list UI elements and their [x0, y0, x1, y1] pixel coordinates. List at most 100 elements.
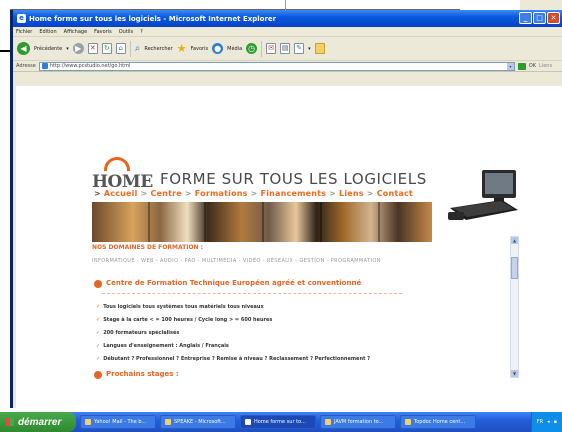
- favorites-star-icon[interactable]: ★: [177, 42, 187, 55]
- taskbar-item-label: SPEAKE - Microsoft...: [174, 419, 226, 425]
- taskbar-item[interactable]: Topdoc Home cent...: [400, 415, 476, 429]
- domaines-heading: NOS DOMAINES DE FORMATION :: [92, 244, 204, 251]
- banner-divider: [148, 202, 150, 242]
- nav-financements[interactable]: Financements: [261, 189, 327, 198]
- menu-fichier[interactable]: Fichier: [16, 29, 32, 35]
- close-button[interactable]: ✕: [547, 12, 560, 24]
- network-icon[interactable]: ▪: [554, 419, 557, 425]
- minimize-button[interactable]: _: [519, 12, 532, 24]
- menu-edition[interactable]: Edition: [39, 29, 56, 35]
- start-button[interactable]: démarrer: [0, 412, 76, 432]
- feature-item: Stage à la carte < = 100 heures / Cycle …: [96, 317, 272, 323]
- speaker-icon[interactable]: ◂: [547, 419, 550, 425]
- start-label: démarrer: [18, 416, 62, 428]
- media-icon[interactable]: ●: [212, 43, 224, 54]
- nav-liens[interactable]: Liens: [339, 189, 364, 198]
- screen: e Home forme sur tous les logiciels - Mi…: [0, 0, 562, 432]
- taskbar-item-label: Yahoo! Mail - The b...: [94, 419, 147, 425]
- photo-banner: [92, 202, 432, 242]
- edit-icon[interactable]: ✎: [294, 43, 305, 54]
- centre-title: Centre de Formation Technique Européen a…: [106, 279, 362, 287]
- nav-arrow-icon: >: [94, 189, 104, 198]
- taskbar-item-active[interactable]: Home forme sur to...: [240, 415, 316, 429]
- links-label[interactable]: Liens: [539, 63, 552, 69]
- language-indicator[interactable]: FR: [537, 419, 543, 425]
- taskbar-item[interactable]: SPEAKE - Microsoft...: [160, 415, 236, 429]
- browser-window: e Home forme sur tous les logiciels - Mi…: [10, 10, 562, 408]
- menu-outils[interactable]: Outils: [119, 29, 133, 35]
- ie-icon: e: [17, 14, 26, 23]
- taskbar-item[interactable]: Yahoo! Mail - The b...: [80, 415, 156, 429]
- stop-icon[interactable]: ✕: [87, 43, 98, 54]
- address-input[interactable]: http://www.pcstudio.net/go.html ▾: [38, 61, 515, 71]
- nav-formations[interactable]: Formations: [195, 189, 248, 198]
- print-icon[interactable]: ▤: [280, 43, 291, 54]
- address-url: http://www.pcstudio.net/go.html: [49, 63, 131, 69]
- app-icon: [85, 419, 91, 425]
- banner-divider: [378, 202, 380, 242]
- menu-help[interactable]: ?: [140, 29, 143, 35]
- media-button-label[interactable]: Média: [227, 46, 242, 52]
- taskbar-item-label: JAVM formation to...: [334, 419, 384, 425]
- nav-centre[interactable]: Centre: [150, 189, 181, 198]
- app-icon: [405, 419, 411, 425]
- feature-item: Langues d'enseignement : Anglais / Franç…: [96, 343, 229, 349]
- back-dropdown-icon[interactable]: ▾: [66, 46, 69, 52]
- site-nav: > Accueil > Centre > Formations > Financ…: [94, 189, 413, 198]
- computer-image: [444, 164, 522, 226]
- folder-icon: [325, 419, 331, 425]
- back-arrow-icon[interactable]: ◀: [17, 42, 30, 55]
- menu-favoris[interactable]: Favoris: [94, 29, 112, 35]
- banner-divider: [320, 202, 322, 242]
- toolbar-separator: [261, 40, 263, 57]
- prochains-label[interactable]: Prochains stages :: [106, 370, 179, 378]
- menu-bar: Fichier Edition Affichage Favoris Outils…: [13, 27, 562, 37]
- menu-affichage[interactable]: Affichage: [64, 29, 88, 35]
- nav-separator: >: [140, 189, 148, 198]
- site-logo[interactable]: HOME FORME SUR TOUS LES LOGICIELS: [92, 157, 432, 192]
- nav-accueil[interactable]: Accueil: [104, 189, 138, 198]
- toolbar: ◀ Précédente ▾ ▶ ✕ ↻ ⌂ ⌕ Rechercher ★ Fa…: [13, 37, 562, 61]
- address-dropdown-icon[interactable]: ▾: [506, 62, 514, 70]
- folder-icon[interactable]: [314, 43, 325, 54]
- scroll-thumb[interactable]: [511, 257, 518, 279]
- mail-icon[interactable]: ✉: [266, 43, 277, 54]
- banner-divider: [204, 202, 206, 242]
- page-viewport: HOME FORME SUR TOUS LES LOGICIELS > Accu…: [16, 86, 562, 408]
- nav-separator: >: [184, 189, 192, 198]
- home-icon[interactable]: ⌂: [115, 43, 126, 54]
- go-button[interactable]: OK: [529, 63, 536, 69]
- taskbar-item-label: Topdoc Home cent...: [414, 419, 466, 425]
- edit-dropdown-icon[interactable]: ▾: [308, 46, 311, 52]
- address-label: Adresse: [16, 63, 36, 69]
- toolbar-separator: [129, 40, 131, 57]
- nav-separator: >: [250, 189, 258, 198]
- bullet-icon: [94, 280, 102, 288]
- back-button-label[interactable]: Précédente: [34, 46, 62, 52]
- refresh-icon[interactable]: ↻: [101, 43, 112, 54]
- taskbar-item[interactable]: JAVM formation to...: [320, 415, 396, 429]
- favorites-button-label[interactable]: Favoris: [191, 46, 209, 52]
- feature-item: Tous logiciels tous systèmes tous matéri…: [96, 304, 263, 310]
- forward-arrow-icon[interactable]: ▶: [72, 43, 84, 54]
- history-icon[interactable]: ◷: [246, 43, 258, 54]
- main-content: NOS DOMAINES DE FORMATION : INFORMATIQUE…: [92, 244, 504, 408]
- title-bar[interactable]: e Home forme sur tous les logiciels - Mi…: [13, 10, 562, 27]
- search-button-label[interactable]: Rechercher: [144, 46, 172, 52]
- window-title: Home forme sur tous les logiciels - Micr…: [29, 14, 277, 23]
- search-icon[interactable]: ⌕: [135, 43, 141, 54]
- divider: [0, 50, 10, 52]
- scroll-down-icon[interactable]: ▼: [511, 370, 518, 377]
- content-scrollbar[interactable]: ▲ ▼: [510, 236, 519, 378]
- logo-arc: [104, 157, 130, 171]
- window-edge: [520, 0, 562, 10]
- scroll-up-icon[interactable]: ▲: [511, 237, 518, 244]
- divider: [285, 0, 286, 10]
- maximize-button[interactable]: □: [533, 12, 546, 24]
- taskbar: démarrer Yahoo! Mail - The b... SPEAKE -…: [0, 412, 562, 432]
- nav-separator: >: [366, 189, 374, 198]
- nav-contact[interactable]: Contact: [377, 189, 413, 198]
- logo-tagline: FORME SUR TOUS LES LOGICIELS: [160, 170, 427, 188]
- go-arrow-icon[interactable]: [517, 62, 526, 70]
- topics-list[interactable]: INFORMATIQUE - WEB - AUDIO - PAO - MULTI…: [92, 258, 381, 264]
